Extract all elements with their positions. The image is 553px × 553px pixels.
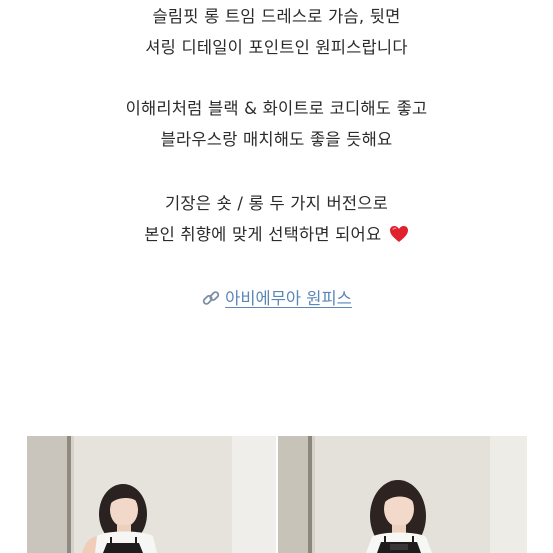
post-content: 슬림핏 롱 트임 드레스로 가슴, 뒷면 셔링 디테일이 포인트인 원피스랍니다… (0, 0, 553, 553)
text-line-content: 본인 취향에 맞게 선택하면 되어요 (144, 225, 382, 244)
product-link-row: 아비에무아 원피스 (0, 283, 553, 314)
text-line: 셔링 디테일이 포인트인 원피스랍니다 (145, 38, 408, 57)
photo-1[interactable] (27, 436, 276, 553)
text-line: 기장은 숏 / 롱 두 가지 버전으로 (165, 194, 388, 213)
product-link[interactable]: 아비에무아 원피스 (225, 289, 352, 308)
photo-1-image (27, 436, 276, 553)
text-line: 이해리처럼 블랙 & 화이트로 코디해도 좋고 (125, 99, 428, 118)
text-line-with-heart: 본인 취향에 맞게 선택하면 되어요 (0, 219, 553, 250)
paragraph-1: 슬림핏 롱 트임 드레스로 가슴, 뒷면 셔링 디테일이 포인트인 원피스랍니다 (0, 1, 553, 63)
heart-icon (389, 226, 408, 242)
text-line: 슬림핏 롱 트임 드레스로 가슴, 뒷면 (152, 7, 401, 26)
photo-2-image (278, 436, 527, 553)
link-icon (202, 291, 220, 305)
paragraph-3: 기장은 숏 / 롱 두 가지 버전으로 본인 취향에 맞게 선택하면 되어요 (0, 188, 553, 250)
photo-2[interactable] (278, 436, 527, 553)
paragraph-2: 이해리처럼 블랙 & 화이트로 코디해도 좋고 블라우스랑 매치해도 좋을 듯해… (0, 93, 553, 155)
text-line: 블라우스랑 매치해도 좋을 듯해요 (160, 130, 393, 149)
